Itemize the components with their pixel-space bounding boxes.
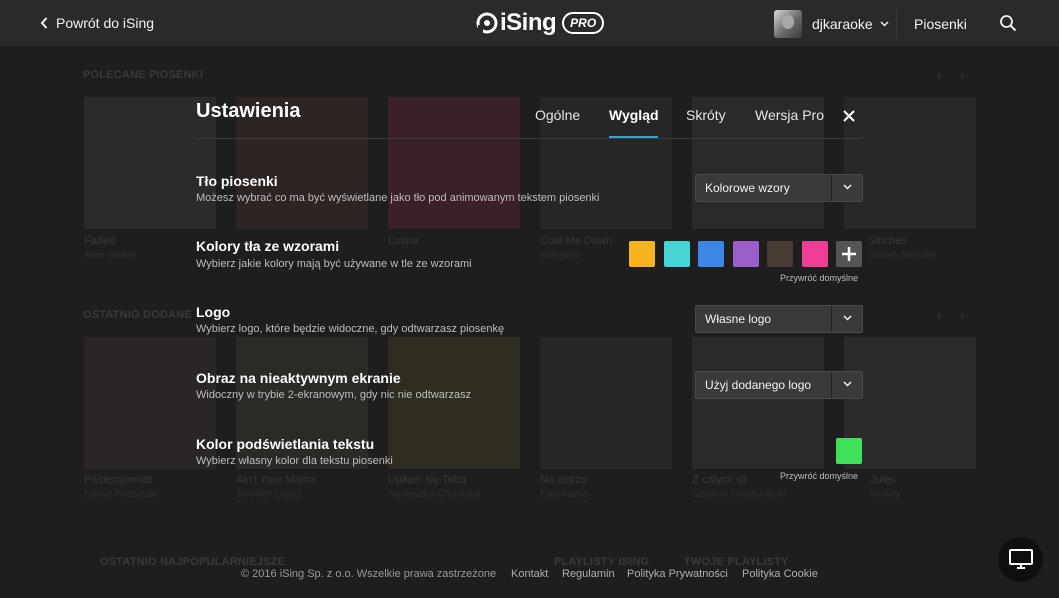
search-icon [1000,15,1017,32]
select-value: Własne logo [705,312,772,326]
background-select[interactable]: Kolorowe wzory [695,174,863,202]
ising-logo[interactable]: iSing PRO [476,9,605,37]
chevron-left-icon [40,17,48,29]
setting-description: Wybierz logo, które będzie widoczne, gdy… [196,323,505,335]
song-artist: Dawid Podsiadło [84,489,159,500]
song-title: Stitches [868,235,908,247]
chevron-down-icon [843,184,852,190]
songs-link[interactable]: Piosenki [914,16,967,32]
select-separator [831,175,832,201]
setting-label: Kolor podświetlania tekstu [196,436,375,452]
setting-label: Logo [196,304,231,320]
footer-link-cookies[interactable]: Polityka Cookie [742,568,818,580]
settings-title: Ustawienia [196,100,301,122]
pro-badge: PRO [562,12,605,34]
tab-pro-version[interactable]: Wersja Pro [755,107,824,123]
color-swatch[interactable] [698,241,724,267]
song-title: Faded [84,235,116,247]
color-swatch[interactable] [801,241,828,267]
color-swatch[interactable] [629,241,655,267]
restore-defaults-link[interactable]: Przywróć domyślne [780,273,858,283]
setting-description: Widoczny w trybie 2-ekranowym, gdy nic n… [196,389,472,401]
avatar [774,10,802,38]
tab-appearance[interactable]: Wygląd [609,107,659,123]
setting-label: Tło piosenki [196,173,278,189]
song-artist: Mowiły [870,489,901,500]
settings-divider [196,138,862,139]
footer-link-privacy[interactable]: Polityka Prywatności [627,568,728,580]
section-title: PLAYLISTY ISING [554,556,650,568]
song-title: Jules [870,474,896,486]
restore-defaults-link[interactable]: Przywróć domyślne [780,471,858,481]
logo-select[interactable]: Własne logo [695,305,863,333]
user-menu[interactable]: djkaraoke [774,10,889,38]
close-icon [843,110,855,122]
section-title: TWOJE PLAYLISTY [684,556,789,568]
back-link[interactable]: Powrót do iSing [40,15,154,31]
setting-label: Kolory tła ze wzorami [196,238,340,254]
copyright: © 2016 iSing Sp. z o.o. Wszelkie prawa z… [241,568,497,580]
chevron-right-icon: › [960,307,965,322]
color-swatch[interactable] [663,241,690,267]
setting-description: Wybierz własny kolor dla tekstu piosenki [196,455,393,467]
ising-logo-icon [476,12,498,34]
song-artist: Shawn Mendes [868,250,937,261]
section-title: OSTATNIO DODANE [83,309,192,321]
chevron-left-icon: ‹ [937,67,942,82]
chevron-down-icon [880,21,889,27]
select-separator [831,372,832,398]
highlight-color-swatch[interactable] [836,438,862,464]
close-button[interactable] [843,109,855,127]
setting-label: Obraz na nieaktywnym ekranie [196,370,401,386]
footer-link-terms[interactable]: Regulamin [562,568,615,580]
chevron-right-icon: › [960,67,965,82]
chevron-down-icon [843,381,852,387]
monitor-icon [1009,549,1033,569]
select-value: Kolorowe wzory [705,181,790,195]
select-separator [831,306,832,332]
song-artist: Alan Walker [84,250,138,261]
section-title: POLECANE PIOSENKI [83,69,204,81]
chevron-down-icon [843,315,852,321]
tab-shortcuts[interactable]: Skróty [686,107,726,123]
username: djkaraoke [812,16,873,32]
color-swatch[interactable] [767,241,793,267]
logo-text: iSing [500,9,557,36]
search-button[interactable] [999,14,1017,37]
select-value: Użyj dodanego logo [705,378,812,392]
setting-description: Wybierz jakie kolory mają być używane w … [196,258,472,270]
color-swatch[interactable] [732,241,759,267]
topbar-divider [896,10,897,38]
settings-panel: Ustawienia Ogólne Wygląd Skróty Wersja P… [196,92,864,492]
chevron-left-icon: ‹ [937,307,942,322]
top-bar: Powrót do iSing iSing PRO djkaraoke Pios… [0,0,1059,47]
second-screen-button[interactable] [998,537,1043,582]
footer-link-contact[interactable]: Kontakt [511,568,548,580]
back-label: Powrót do iSing [56,15,155,31]
setting-description: Możesz wybrać co ma być wyświetlane jako… [196,192,600,204]
song-title: Pastempomat [84,474,152,486]
tab-general[interactable]: Ogólne [535,107,580,123]
plus-icon [842,247,856,261]
add-color-button[interactable] [836,241,862,267]
section-title: OSTATNIO NAJPOPULARNIEJSZE [100,556,286,568]
idle-screen-select[interactable]: Użyj dodanego logo [695,371,863,399]
